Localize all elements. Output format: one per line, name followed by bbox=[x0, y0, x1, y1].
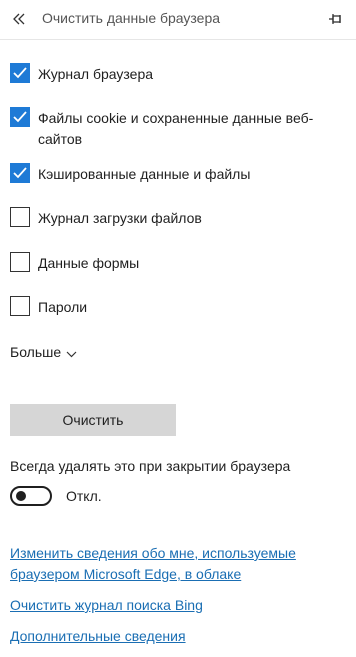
checkbox-browsing-history[interactable] bbox=[10, 63, 30, 83]
checkmark-icon bbox=[13, 67, 27, 79]
option-label: Пароли bbox=[38, 299, 88, 315]
option-label: Журнал браузера bbox=[38, 66, 154, 82]
option-form-data[interactable]: Данные формы bbox=[10, 252, 340, 274]
link-learn-more[interactable]: Дополнительные сведения bbox=[10, 626, 340, 647]
checkbox-download-history[interactable] bbox=[10, 207, 30, 227]
checkbox-form-data[interactable] bbox=[10, 252, 30, 272]
toggle-knob bbox=[16, 491, 26, 501]
clear-browsing-data-panel: Очистить данные браузера Журнал браузера… bbox=[0, 0, 356, 657]
back-button[interactable] bbox=[8, 8, 30, 30]
checkbox-cached-data[interactable] bbox=[10, 163, 30, 183]
option-passwords[interactable]: Пароли bbox=[10, 296, 340, 318]
double-chevron-left-icon bbox=[13, 13, 25, 25]
option-label: Кэшированные данные и файлы bbox=[38, 166, 251, 182]
option-cached-data[interactable]: Кэшированные данные и файлы bbox=[10, 163, 340, 185]
always-clear-label: Всегда удалять это при закрытии браузера bbox=[10, 458, 291, 474]
show-more-toggle[interactable]: Больше bbox=[10, 341, 77, 364]
checkmark-icon bbox=[13, 111, 27, 123]
checkmark-icon bbox=[13, 167, 27, 179]
toggle-state-label: Откл. bbox=[66, 488, 102, 504]
clear-button[interactable]: Очистить bbox=[10, 404, 176, 436]
panel-header: Очистить данные браузера bbox=[0, 0, 356, 40]
always-clear-toggle[interactable] bbox=[10, 486, 52, 506]
pin-button[interactable] bbox=[326, 9, 346, 29]
option-download-history[interactable]: Журнал загрузки файлов bbox=[10, 207, 340, 229]
show-more-label: Больше bbox=[10, 344, 62, 360]
option-label: Данные формы bbox=[38, 255, 140, 271]
link-clear-bing-history[interactable]: Очистить журнал поиска Bing bbox=[10, 595, 340, 616]
pin-icon bbox=[329, 14, 341, 24]
option-cookies[interactable]: Файлы cookie и сохраненные данные веб-са… bbox=[10, 107, 340, 151]
checkbox-passwords[interactable] bbox=[10, 296, 30, 316]
option-browsing-history[interactable]: Журнал браузера bbox=[10, 63, 340, 85]
checkbox-cookies[interactable] bbox=[10, 107, 30, 127]
panel-title: Очистить данные браузера bbox=[42, 10, 221, 26]
option-label: Файлы cookie и сохраненные данные веб-са… bbox=[38, 110, 314, 147]
option-label: Журнал загрузки файлов bbox=[38, 210, 202, 226]
chevron-down-icon bbox=[66, 343, 77, 364]
link-change-cloud-info[interactable]: Изменить сведения обо мне, используемые … bbox=[10, 543, 340, 585]
